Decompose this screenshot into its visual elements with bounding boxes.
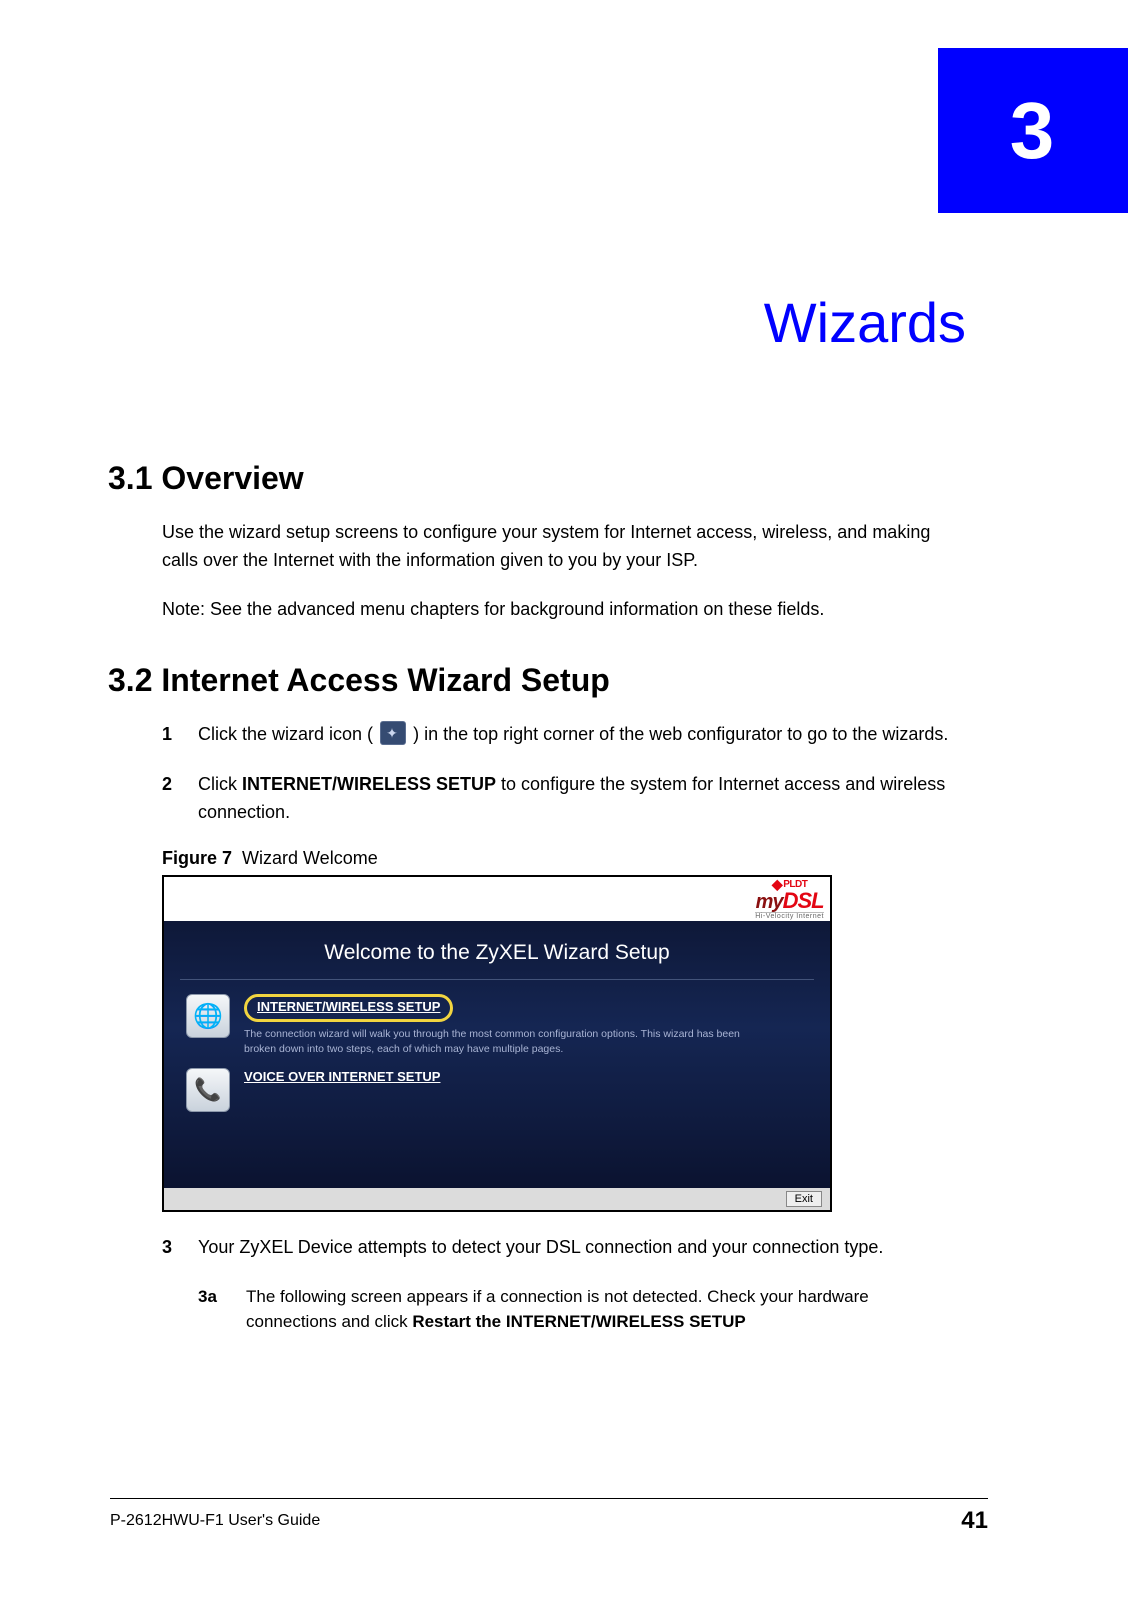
figure-separator [180, 979, 814, 980]
figure-row-internet-setup: 🌐 INTERNET/WIRELESS SETUP The connection… [164, 990, 830, 1063]
logo-mydsl: myDSL [756, 891, 824, 912]
section-heading-overview: 3.1 Overview [108, 460, 963, 497]
step-1-text: Click the wizard icon ( ) in the top rig… [198, 721, 963, 749]
document-page: 3 Wizards 3.1 Overview Use the wizard se… [0, 0, 1128, 1597]
page-number: 41 [961, 1507, 988, 1535]
chapter-number: 3 [1010, 85, 1057, 177]
figure-wizard-welcome: ◆PLDT myDSL Hi-Velocity Internet Welcome… [162, 875, 832, 1211]
figure-row2-body: VOICE OVER INTERNET SETUP [244, 1068, 440, 1086]
section-heading-internet-access: 3.2 Internet Access Wizard Setup [108, 662, 963, 699]
internet-wireless-setup-link[interactable]: INTERNET/WIRELESS SETUP [257, 999, 440, 1014]
logo-subtitle: Hi-Velocity Internet [755, 912, 824, 921]
pldt-mydsl-logo: ◆PLDT myDSL Hi-Velocity Internet [755, 878, 824, 921]
exit-button[interactable]: Exit [786, 1191, 822, 1207]
overview-note: Note: See the advanced menu chapters for… [162, 599, 963, 620]
step-3a-text: The following screen appears if a connec… [246, 1284, 963, 1335]
figure-logo-bar: ◆PLDT myDSL Hi-Velocity Internet [164, 877, 830, 921]
highlight-circle: INTERNET/WIRELESS SETUP [244, 994, 453, 1022]
figure-welcome-text: Welcome to the ZyXEL Wizard Setup [164, 921, 830, 979]
numbered-steps-list: 1 Click the wizard icon ( ) in the top r… [162, 721, 963, 827]
step-1-text-b: ) in the top right corner of the web con… [413, 724, 948, 744]
figure-spacer [164, 1120, 830, 1180]
figure-label: Figure 7 [162, 848, 232, 868]
figure-row1-body: INTERNET/WIRELESS SETUP The connection w… [244, 994, 764, 1055]
internet-setup-description: The connection wizard will walk you thro… [244, 1027, 764, 1055]
page-footer: P-2612HWU-F1 User's Guide 41 [110, 1498, 988, 1535]
step-1-text-a: Click the wizard icon ( [198, 724, 373, 744]
figure-title: Wizard Welcome [242, 848, 378, 868]
step-1-number: 1 [162, 721, 198, 749]
figure-caption: Figure 7 Wizard Welcome [162, 848, 963, 869]
step-3a-text-bold: Restart the INTERNET/WIRELESS SETUP [412, 1312, 745, 1331]
voice-over-internet-setup-link[interactable]: VOICE OVER INTERNET SETUP [244, 1069, 440, 1084]
step-2-text-bold: INTERNET/WIRELESS SETUP [242, 774, 496, 794]
sub-steps-list: 3a The following screen appears if a con… [198, 1284, 963, 1335]
step-3-text: Your ZyXEL Device attempts to detect you… [198, 1234, 963, 1262]
step-3: 3 Your ZyXEL Device attempts to detect y… [162, 1234, 963, 1262]
step-3-number: 3 [162, 1234, 198, 1262]
step-2: 2 Click INTERNET/WIRELESS SETUP to confi… [162, 771, 963, 827]
figure-body: Welcome to the ZyXEL Wizard Setup 🌐 INTE… [164, 921, 830, 1187]
step-3a: 3a The following screen appears if a con… [198, 1284, 963, 1335]
chapter-number-box: 3 [938, 48, 1128, 213]
figure-row-voip-setup: 📞 VOICE OVER INTERNET SETUP [164, 1064, 830, 1120]
step-1: 1 Click the wizard icon ( ) in the top r… [162, 721, 963, 749]
globe-icon: 🌐 [186, 994, 230, 1038]
chapter-title: Wizards [166, 290, 966, 355]
overview-paragraph: Use the wizard setup screens to configur… [162, 519, 963, 575]
figure-footer: Exit [164, 1188, 830, 1210]
wizard-icon [380, 721, 406, 745]
numbered-steps-list-continued: 3 Your ZyXEL Device attempts to detect y… [162, 1234, 963, 1262]
guide-title: P-2612HWU-F1 User's Guide [110, 1512, 320, 1530]
step-3a-number: 3a [198, 1284, 246, 1335]
step-2-text-a: Click [198, 774, 242, 794]
step-2-text: Click INTERNET/WIRELESS SETUP to configu… [198, 771, 963, 827]
voip-icon: 📞 [186, 1068, 230, 1112]
step-2-number: 2 [162, 771, 198, 827]
content-area: 3.1 Overview Use the wizard setup screen… [108, 418, 963, 1351]
